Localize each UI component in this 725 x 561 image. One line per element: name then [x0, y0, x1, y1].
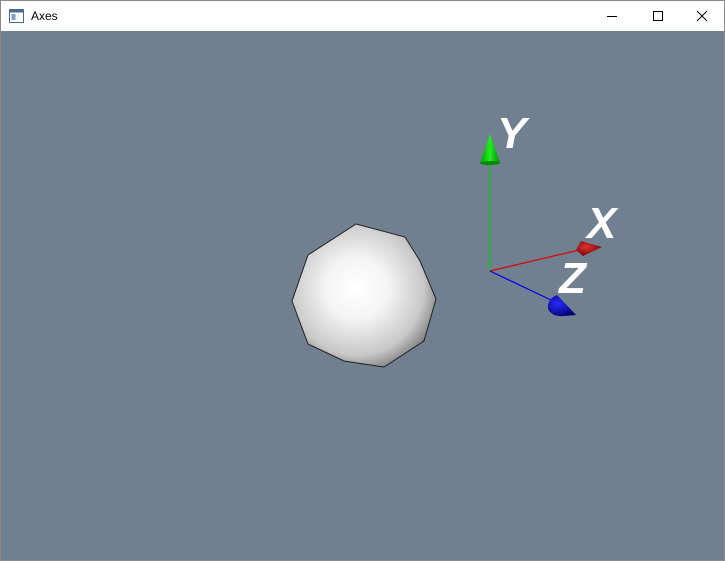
y-axis-label: Y	[497, 109, 530, 158]
maximize-button[interactable]	[635, 1, 681, 31]
z-axis-label: Z	[557, 254, 588, 303]
window-title: Axes	[31, 9, 58, 23]
app-window: Axes Y X Z	[0, 0, 725, 561]
minimize-icon	[607, 16, 617, 17]
app-window-icon	[9, 9, 24, 23]
close-icon	[696, 10, 708, 22]
minimize-button[interactable]	[589, 1, 635, 31]
sphere	[291, 223, 437, 368]
axes-actor: Y X Z	[480, 109, 619, 317]
z-axis-line	[489, 270, 554, 302]
maximize-icon	[653, 11, 663, 21]
scene-canvas: Y X Z	[291, 109, 619, 368]
close-button[interactable]	[679, 1, 724, 31]
render-viewport[interactable]: Y X Z	[1, 31, 724, 560]
title-bar[interactable]: Axes	[1, 1, 724, 31]
x-axis-label: X	[584, 199, 619, 248]
